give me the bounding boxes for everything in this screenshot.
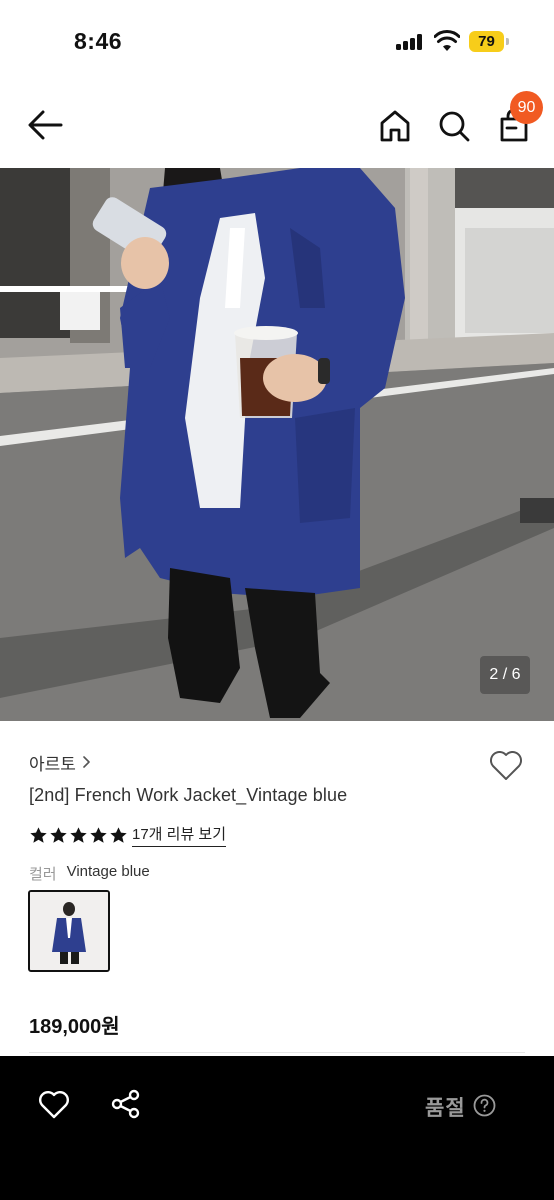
battery-level: 79 <box>478 33 495 50</box>
top-nav <box>0 80 554 168</box>
color-option-row: 컬러 Vintage blue <box>29 863 150 884</box>
rating-row: 17개 리뷰 보기 <box>29 823 227 847</box>
product-image[interactable]: 2 / 6 <box>0 168 554 721</box>
status-time: 8:46 <box>74 28 123 54</box>
question-circle-icon[interactable] <box>473 1094 496 1117</box>
product-title: [2nd] French Work Jacket_Vintage blue <box>29 785 348 805</box>
swatch-image <box>30 892 108 970</box>
arrow-left-icon[interactable] <box>26 108 64 142</box>
heart-outline-icon[interactable] <box>488 749 524 783</box>
star-icon <box>30 826 47 843</box>
rating-stars <box>29 826 129 845</box>
home-icon[interactable] <box>378 108 412 144</box>
cellular-signal-icon <box>396 34 424 50</box>
chevron-right-icon <box>83 756 90 768</box>
bottom-action-bar: 품절 <box>0 1056 554 1200</box>
share-icon[interactable] <box>110 1088 142 1120</box>
cart-count-badge: 90 <box>510 91 543 124</box>
product-price: 189,000원 <box>29 1016 120 1038</box>
color-label: 컬러 <box>29 866 57 883</box>
wifi-icon <box>434 30 460 51</box>
heart-outline-icon[interactable] <box>38 1090 70 1120</box>
soldout-label: 품절 <box>425 1097 466 1120</box>
search-icon[interactable] <box>437 108 471 144</box>
star-icon <box>70 826 87 843</box>
star-icon <box>90 826 107 843</box>
brand-name: 아르토 <box>29 754 76 774</box>
image-counter: 2 / 6 <box>480 656 530 694</box>
review-link[interactable]: 17개 리뷰 보기 <box>132 823 227 847</box>
status-bar: 8:46 79 <box>0 0 554 80</box>
battery-indicator: 79 <box>469 31 509 52</box>
star-icon <box>50 826 67 843</box>
star-icon <box>110 826 127 843</box>
color-value: Vintage blue <box>66 863 150 880</box>
product-photo <box>0 168 554 721</box>
divider <box>29 1052 525 1053</box>
brand-link[interactable]: 아르토 <box>29 750 92 774</box>
color-swatch-thumbnail[interactable] <box>28 890 110 972</box>
